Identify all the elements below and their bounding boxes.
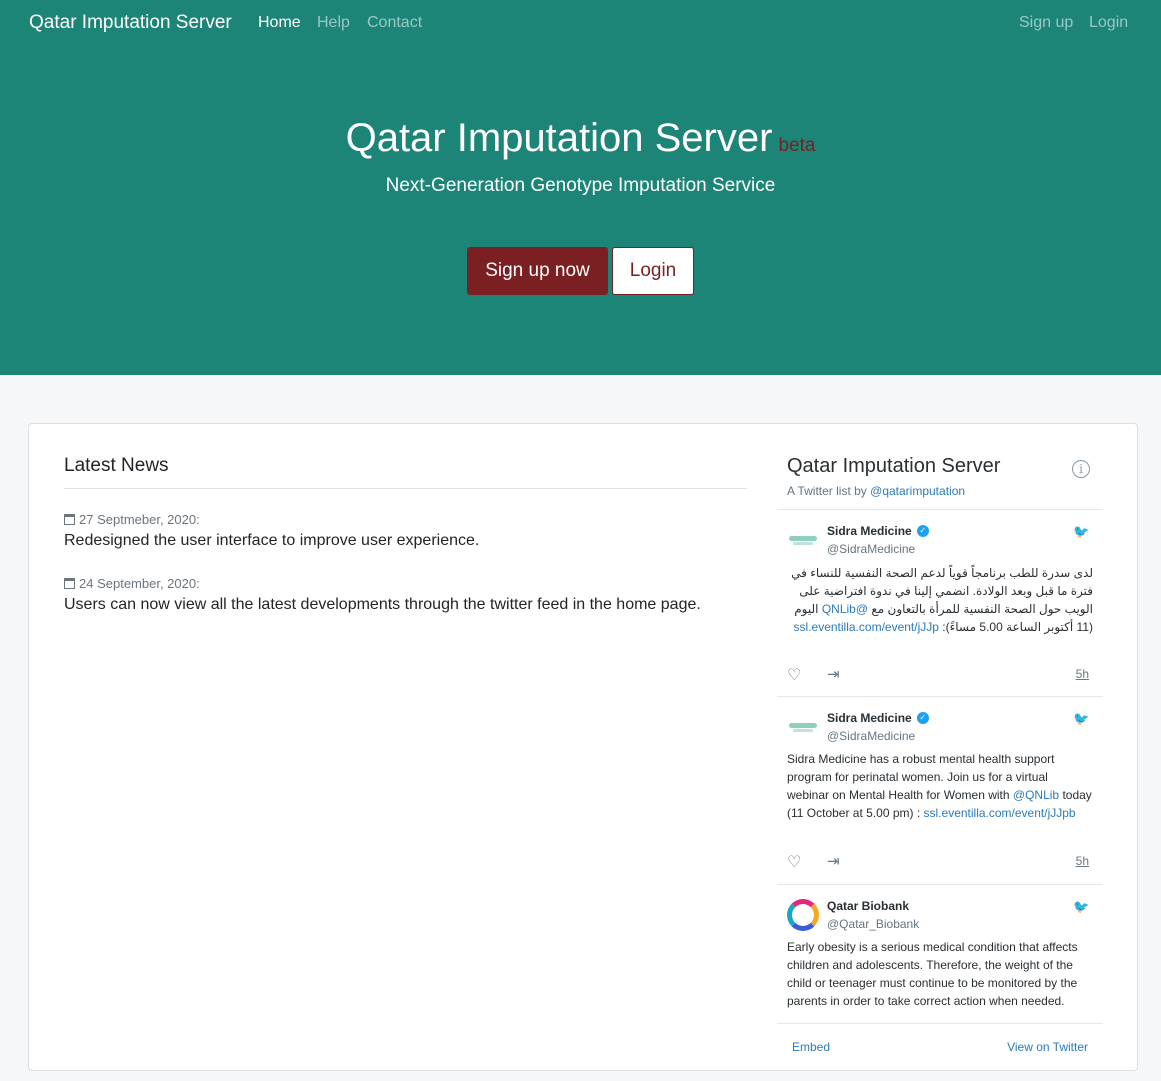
twitter-byline: A Twitter list by @qatarimputation: [787, 484, 965, 498]
embed-link[interactable]: Embed: [792, 1040, 830, 1054]
tweet[interactable]: Qatar Biobank @Qatar_Biobank 🐦 Early obe…: [777, 885, 1103, 1023]
info-icon[interactable]: i: [1072, 460, 1090, 478]
twitter-timeline: Qatar Imputation Server i A Twitter list…: [777, 448, 1103, 1054]
tweet[interactable]: Sidra Medicine ✓ @SidraMedicine 🐦 لدى سدر…: [777, 510, 1103, 697]
byline-prefix: A Twitter list by: [787, 484, 871, 498]
nav-contact[interactable]: Contact: [367, 14, 422, 32]
news-date-text: 27 Septmeber, 2020:: [79, 512, 200, 527]
twitter-bird-icon[interactable]: 🐦: [1073, 899, 1089, 914]
view-on-twitter-link[interactable]: View on Twitter: [1007, 1040, 1088, 1054]
news-heading: Latest News: [64, 455, 169, 476]
nav-login[interactable]: Login: [1089, 14, 1128, 32]
tweet-feed[interactable]: Sidra Medicine ✓ @SidraMedicine 🐦 لدى سدر…: [777, 509, 1103, 1023]
hero-section: Qatar Imputation Server Home Help Contac…: [0, 0, 1161, 375]
tweet-mention[interactable]: @QNLib: [822, 602, 868, 616]
verified-badge-icon: ✓: [916, 712, 929, 724]
tweet[interactable]: Sidra Medicine ✓ @SidraMedicine 🐦 Sidra M…: [777, 697, 1103, 885]
news-item-text: Redesigned the user interface to improve…: [64, 532, 480, 549]
tweet-author[interactable]: Sidra Medicine ✓: [827, 711, 929, 725]
hero-login-button[interactable]: Login: [612, 247, 694, 295]
news-date: 24 September, 2020:: [64, 576, 200, 591]
heart-icon[interactable]: ♡: [787, 852, 801, 872]
tweet-time[interactable]: 5h: [1076, 667, 1089, 681]
tweet-link[interactable]: ssl.eventilla.com/event/jJJpb: [924, 806, 1076, 820]
tweet-actions: ♡ ⇥ 5h: [787, 852, 1093, 872]
tweet-author[interactable]: Sidra Medicine ✓: [827, 524, 929, 538]
tweet-link[interactable]: ssl.eventilla.com/event/jJJp: [794, 620, 939, 634]
nav-help[interactable]: Help: [317, 14, 350, 32]
news-date: 27 Septmeber, 2020:: [64, 512, 200, 527]
twitter-list-title[interactable]: Qatar Imputation Server: [787, 455, 1000, 478]
nav-home[interactable]: Home: [258, 14, 301, 32]
twitter-footer: Embed View on Twitter: [777, 1023, 1103, 1054]
hero-subtitle: Next-Generation Genotype Imputation Serv…: [385, 175, 776, 196]
tweet-text: لدى سدرة للطب برنامجاً قوياً لدعم الصحة …: [787, 564, 1093, 636]
twitter-bird-icon[interactable]: 🐦: [1073, 524, 1089, 539]
avatar[interactable]: [787, 524, 819, 556]
tweet-text: Sidra Medicine has a robust mental healt…: [787, 750, 1093, 822]
news-date-text: 24 September, 2020:: [79, 576, 200, 591]
tweet-actions: ♡ ⇥ 5h: [787, 665, 1093, 685]
tweet-handle[interactable]: @SidraMedicine: [827, 542, 915, 556]
byline-handle-link[interactable]: @qatarimputation: [870, 484, 965, 498]
news-item-text: Users can now view all the latest develo…: [64, 596, 701, 613]
avatar[interactable]: [787, 899, 819, 931]
brand-link[interactable]: Qatar Imputation Server: [29, 12, 232, 34]
calendar-icon: [64, 514, 75, 525]
top-navbar: Qatar Imputation Server Home Help Contac…: [0, 0, 1161, 46]
beta-badge: beta: [778, 135, 816, 156]
hero-title: Qatar Imputation Server beta: [0, 116, 1161, 161]
tweet-handle[interactable]: @SidraMedicine: [827, 729, 915, 743]
tweet-handle[interactable]: @Qatar_Biobank: [827, 917, 919, 931]
avatar[interactable]: [787, 711, 819, 743]
tweet-text: Early obesity is a serious medical condi…: [787, 940, 1078, 1008]
tweet-mention[interactable]: @QNLib: [1013, 788, 1059, 802]
share-icon[interactable]: ⇥: [827, 665, 840, 683]
signup-now-button[interactable]: Sign up now: [467, 247, 608, 295]
share-icon[interactable]: ⇥: [827, 852, 840, 870]
twitter-bird-icon[interactable]: 🐦: [1073, 711, 1089, 726]
content-card: Latest News 27 Septmeber, 2020: Redesign…: [28, 423, 1138, 1071]
heart-icon[interactable]: ♡: [787, 665, 801, 685]
tweet-author-name[interactable]: Sidra Medicine: [827, 711, 912, 725]
calendar-icon: [64, 578, 75, 589]
hero-title-text: Qatar Imputation Server: [345, 116, 773, 160]
tweet-author-name[interactable]: Qatar Biobank: [827, 899, 909, 913]
news-divider: [64, 488, 747, 489]
tweet-time[interactable]: 5h: [1076, 854, 1089, 868]
tweet-author[interactable]: Qatar Biobank: [827, 899, 909, 913]
nav-signup[interactable]: Sign up: [1019, 14, 1073, 32]
tweet-author-name[interactable]: Sidra Medicine: [827, 524, 912, 538]
verified-badge-icon: ✓: [916, 525, 929, 537]
